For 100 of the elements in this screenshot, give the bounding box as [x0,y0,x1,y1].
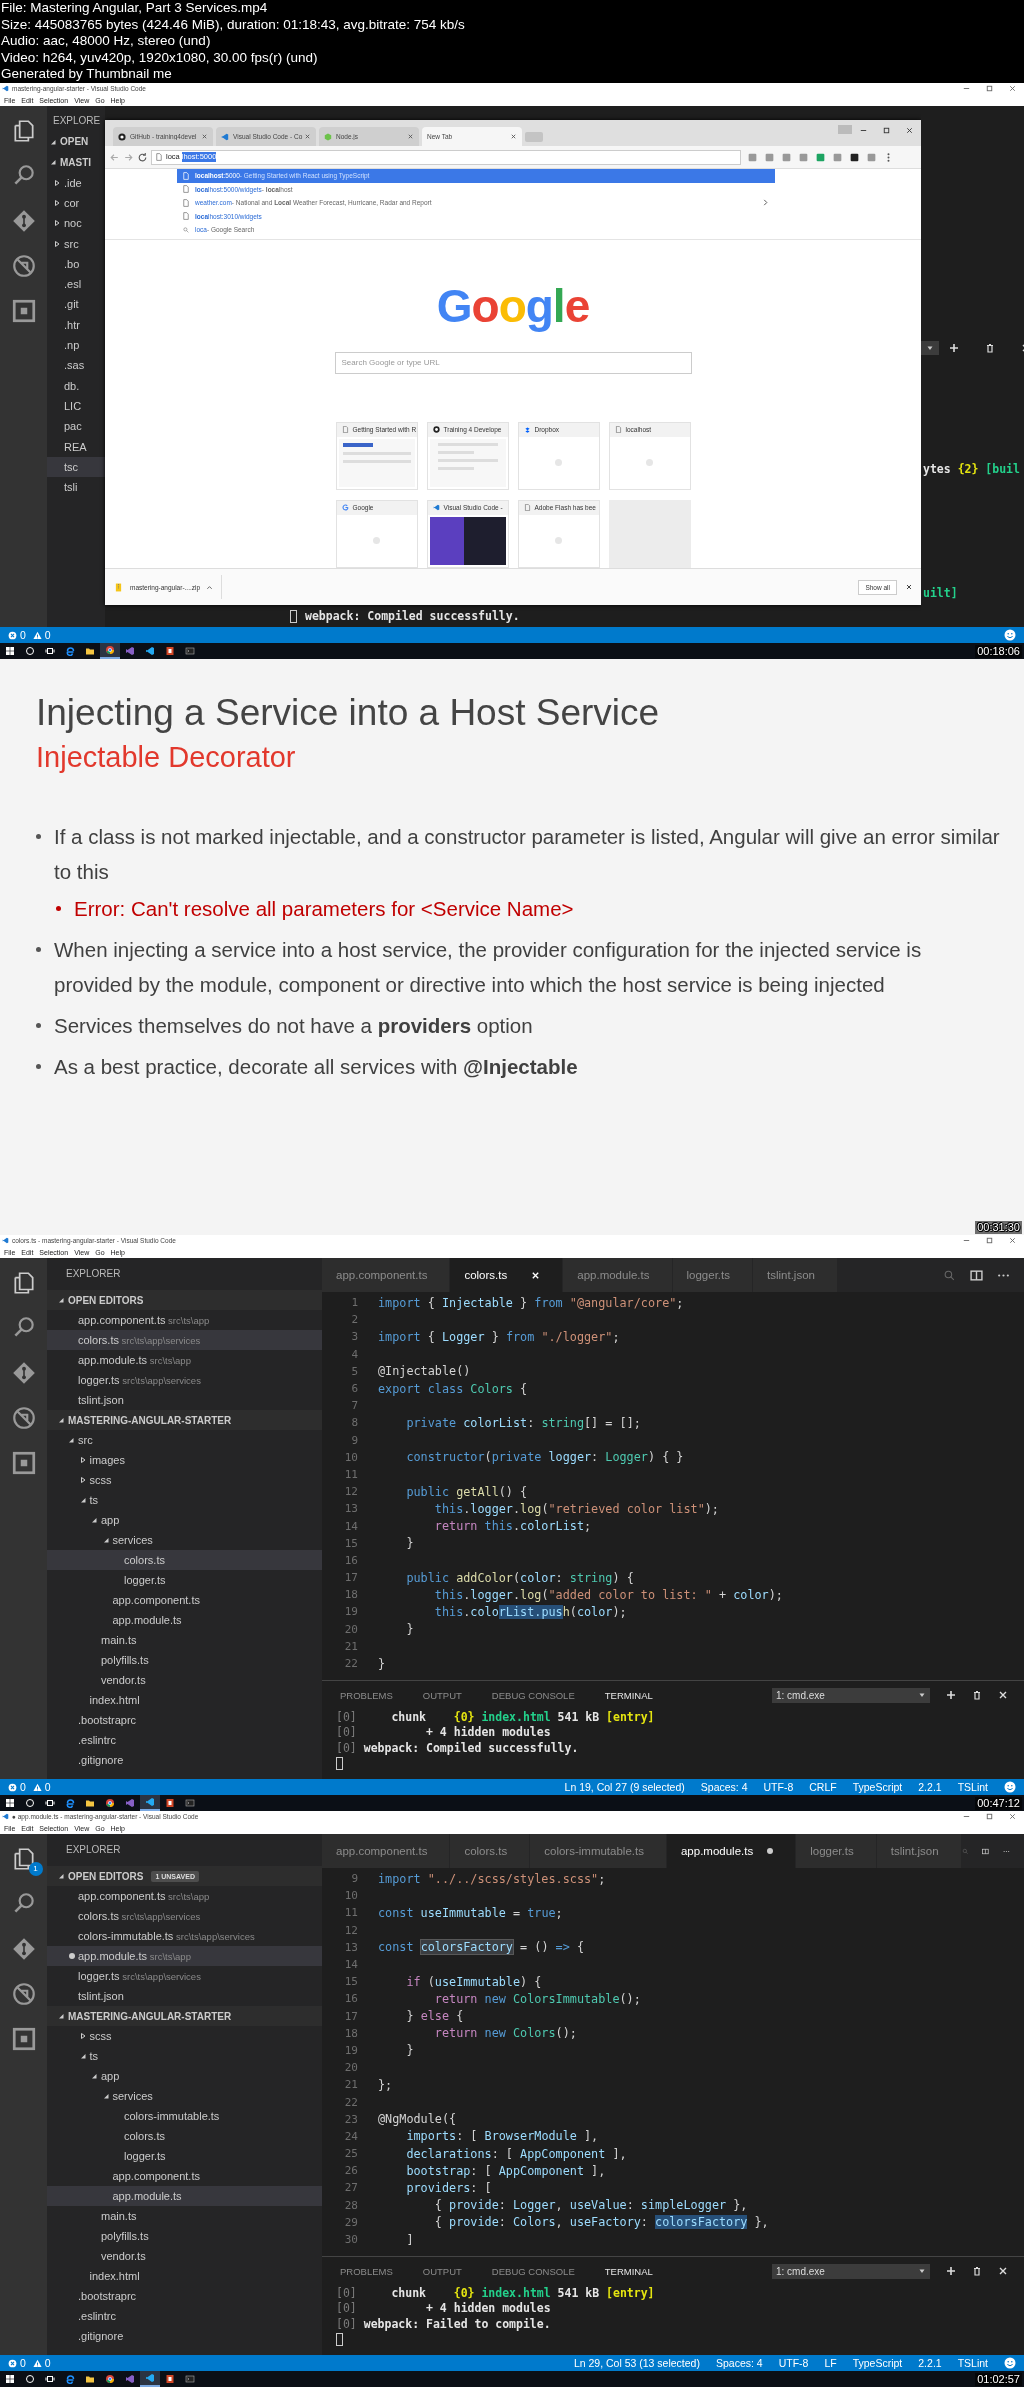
status-item[interactable]: TSLint [957,1781,988,1793]
extensions-icon[interactable] [10,298,37,324]
chevron-icon[interactable] [762,198,769,208]
terminal-dropdown[interactable] [921,341,939,355]
tree-item[interactable]: app.module.ts [47,1610,322,1630]
editor-tab[interactable]: tslint.json [876,1834,962,1868]
tree-item[interactable]: .ide [47,172,105,193]
panel-tab[interactable]: OUTPUT [422,2265,462,2277]
tree-item[interactable]: .bo [47,253,105,274]
editor-tab[interactable]: app.module.ts [666,1834,797,1868]
error-icon[interactable] [8,630,17,640]
open-editor-item[interactable]: colors-immutable.ts src\ts\app\services [47,1926,322,1946]
open-editor-item[interactable]: logger.ts src\ts\app\services [47,1370,322,1390]
status-item[interactable]: UTF-8 [778,2357,809,2369]
panel-tab[interactable]: PROBLEMS [340,2265,393,2277]
open-editor-item[interactable]: tslint.json [47,1986,322,2006]
status-item[interactable]: UTF-8 [763,1781,794,1793]
tree-item[interactable]: app.module.ts [47,2186,322,2206]
browser-icon[interactable] [100,643,120,659]
plus-icon[interactable] [949,343,959,353]
extensions-icon[interactable] [10,2026,37,2052]
status-item[interactable]: TypeScript [852,2357,903,2369]
warning-count[interactable]: 0 [44,1781,51,1793]
tree-item[interactable]: db. [47,375,105,396]
editor-tab[interactable]: logger.ts [672,1258,753,1292]
code-editor-icon[interactable] [140,2371,160,2387]
maximize-icon[interactable] [882,125,891,135]
extension-icon[interactable] [849,151,860,163]
tree-item[interactable]: LIC [47,395,105,417]
open-editor-item[interactable]: colors.ts src\ts\app\services [47,1330,322,1350]
section-header[interactable]: OPEN [47,131,105,152]
warning-count[interactable]: 0 [44,629,51,641]
editor-tab[interactable]: colors-immutable.ts [530,1834,667,1868]
tree-item[interactable]: colors-immutable.ts [47,2106,322,2126]
tree-item[interactable]: .bootstraprc [47,2286,322,2306]
tree-item[interactable]: scss [47,1470,322,1490]
debug-icon[interactable] [10,1405,37,1431]
tree-item[interactable]: app [47,1510,322,1530]
tree-item[interactable]: ts [47,1490,322,1510]
tree-item[interactable]: .gitignore [47,1750,322,1770]
warning-icon[interactable] [32,2358,42,2368]
tree-item[interactable]: ts [47,2046,322,2066]
close-icon[interactable] [905,125,914,135]
search-field[interactable]: Search Google or type URL [334,351,692,374]
tree-item[interactable]: noc [47,213,105,234]
open-editor-item[interactable]: app.component.ts src\ts\app [47,1310,322,1330]
tree-item[interactable]: vendor.ts [47,1670,322,1690]
editor-tab[interactable]: app.component.ts [322,1834,451,1868]
error-icon[interactable] [8,2358,17,2368]
extensions-icon[interactable] [10,1450,37,1476]
tree-item[interactable]: logger.ts [47,2146,322,2166]
panel-tab[interactable]: PROBLEMS [340,1689,393,1701]
editor-tab[interactable]: logger.ts [796,1834,877,1868]
tree-item[interactable]: app.component.ts [47,1590,322,1610]
tree-item[interactable]: colors.ts [47,1550,322,1570]
trash-icon[interactable] [972,1690,982,1700]
tree-item[interactable]: colors.ts [47,2126,322,2146]
status-item[interactable]: Spaces: 4 [715,2357,763,2369]
split-editor-icon[interactable] [970,1268,983,1282]
trash-icon[interactable] [972,2266,982,2276]
debug-icon[interactable] [10,1981,37,2007]
error-count[interactable]: 0 [20,1781,26,1793]
tree-item[interactable]: REA [47,436,105,457]
tree-item[interactable]: .esl [47,274,105,295]
warning-icon[interactable] [32,1782,42,1792]
code-editor-icon[interactable] [140,1795,160,1811]
tree-item[interactable]: app [47,2066,322,2086]
panel-tab[interactable]: DEBUG CONSOLE [491,1689,575,1701]
tree-item[interactable]: .gitignore [47,2326,322,2346]
tree-item[interactable]: .eslintrc [47,2306,322,2326]
plus-icon[interactable] [946,1690,956,1700]
open-editor-item[interactable]: colors.ts src\ts\app\services [47,1906,322,1926]
status-item[interactable]: Spaces: 4 [700,1781,748,1793]
smiley-icon[interactable] [1004,1781,1016,1793]
open-editor-item[interactable]: app.component.ts src\ts\app [47,1886,322,1906]
tree-item[interactable]: vendor.ts [47,2246,322,2266]
section-header[interactable]: MASTERING-ANGULAR-STARTER [47,1410,322,1430]
restore-icon[interactable] [985,1236,994,1245]
panel-tab[interactable]: TERMINAL [604,2265,653,2277]
tree-item[interactable]: .htr [47,314,105,335]
tree-item[interactable]: app.component.ts [47,2166,322,2186]
status-item[interactable]: 2.2.1 [918,2357,942,2369]
open-editor-item[interactable]: app.module.ts src\ts\app [47,1946,322,1966]
tree-item[interactable]: main.ts [47,1630,322,1650]
tree-item[interactable]: polyfills.ts [47,2226,322,2246]
tree-item[interactable]: index.html [47,2266,322,2286]
tree-item[interactable]: main.ts [47,2206,322,2226]
section-header[interactable]: OPEN EDITORS [47,1290,322,1310]
tree-item[interactable]: scss [47,2026,322,2046]
debug-icon[interactable] [10,253,37,279]
panel-tab[interactable]: DEBUG CONSOLE [491,2265,575,2277]
status-item[interactable]: CRLF [809,1781,837,1793]
error-count[interactable]: 0 [20,629,26,641]
terminal-dropdown[interactable]: 1: cmd.exe [772,2263,930,2279]
tree-item[interactable]: .np [47,334,105,356]
reload-icon[interactable] [137,151,148,163]
tree-item[interactable]: images [47,1450,322,1470]
open-editor-item[interactable]: app.module.ts src\ts\app [47,1350,322,1370]
tree-item[interactable]: index.html [47,1690,322,1710]
smiley-icon[interactable] [1004,629,1016,641]
